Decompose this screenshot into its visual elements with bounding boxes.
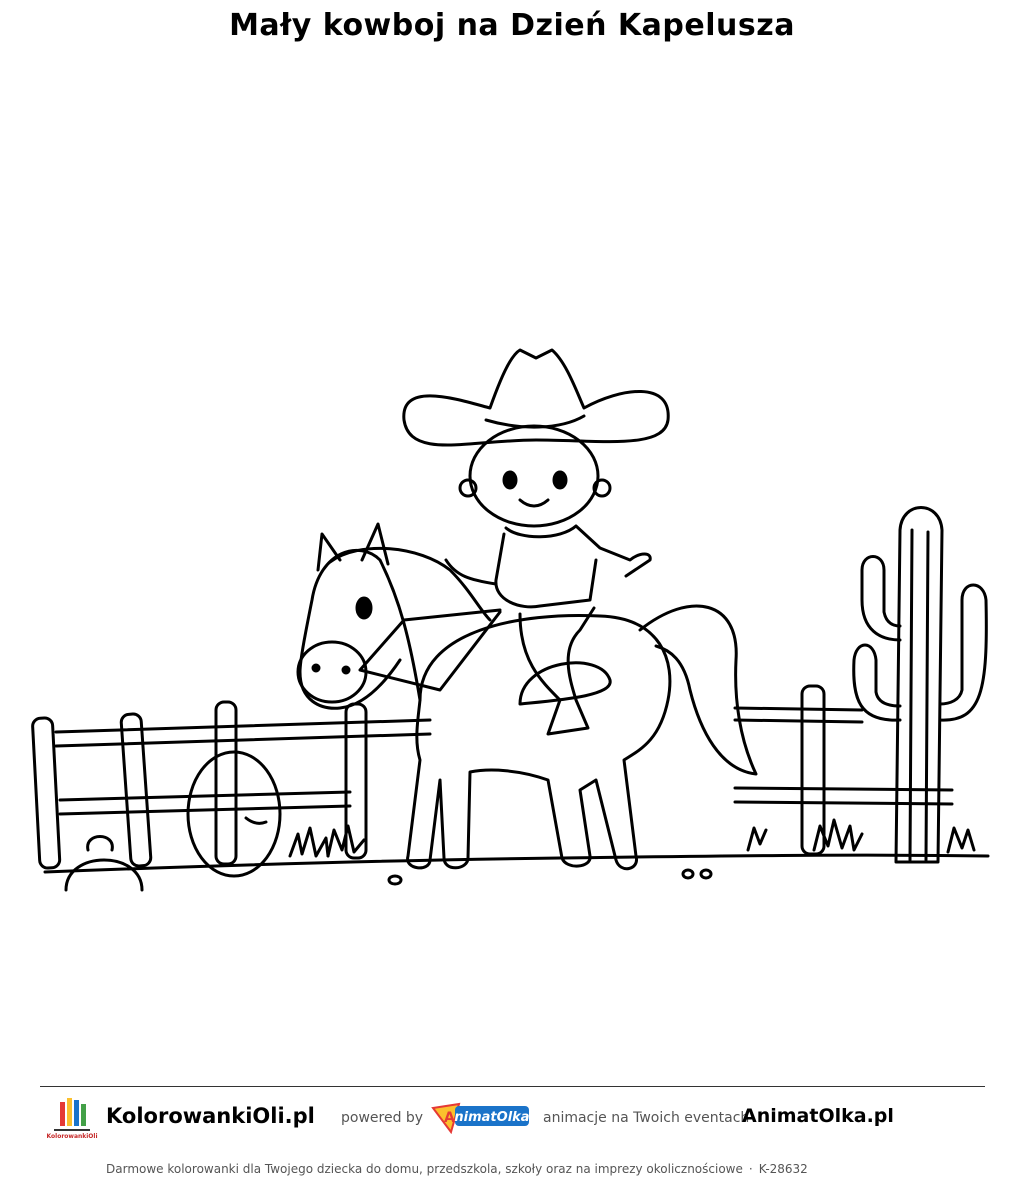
ground-line: [43, 853, 990, 874]
round-cactus: [186, 750, 282, 878]
powered-by-label: powered by: [341, 1110, 424, 1126]
coloring-illustration: [31, 348, 990, 892]
tall-cactus: [852, 506, 988, 864]
footer-description: Darmowe kolorowanki dla Twojego dziecka …: [106, 1162, 808, 1176]
kolorowanki-logo-icon[interactable]: KolorowankiOli: [46, 1092, 98, 1144]
footer: KolorowankiOli KolorowankiOli.pl powered…: [40, 1090, 985, 1150]
separator: ·: [748, 1162, 753, 1176]
page-title: Mały kowboj na Dzień Kapelusza: [229, 8, 795, 43]
footer-divider: [40, 1086, 985, 1087]
svg-text:KolorowankiOli: KolorowankiOli: [46, 1133, 97, 1140]
left-fence: [31, 700, 432, 870]
right-fence: [733, 684, 954, 856]
description-text: Darmowe kolorowanki dla Twojego dziecka …: [106, 1162, 743, 1176]
svg-text:nimatOlka: nimatOlka: [454, 1110, 529, 1125]
animatolka-logo-icon[interactable]: A nimatOlka: [429, 1098, 533, 1134]
site-name[interactable]: KolorowankiOli.pl: [106, 1104, 315, 1128]
page-code: K-28632: [758, 1162, 808, 1176]
partner-site-name[interactable]: AnimatOlka.pl: [742, 1105, 894, 1127]
svg-text:A: A: [444, 1110, 455, 1126]
partner-tagline: animacje na Twoich eventach: [543, 1110, 750, 1126]
